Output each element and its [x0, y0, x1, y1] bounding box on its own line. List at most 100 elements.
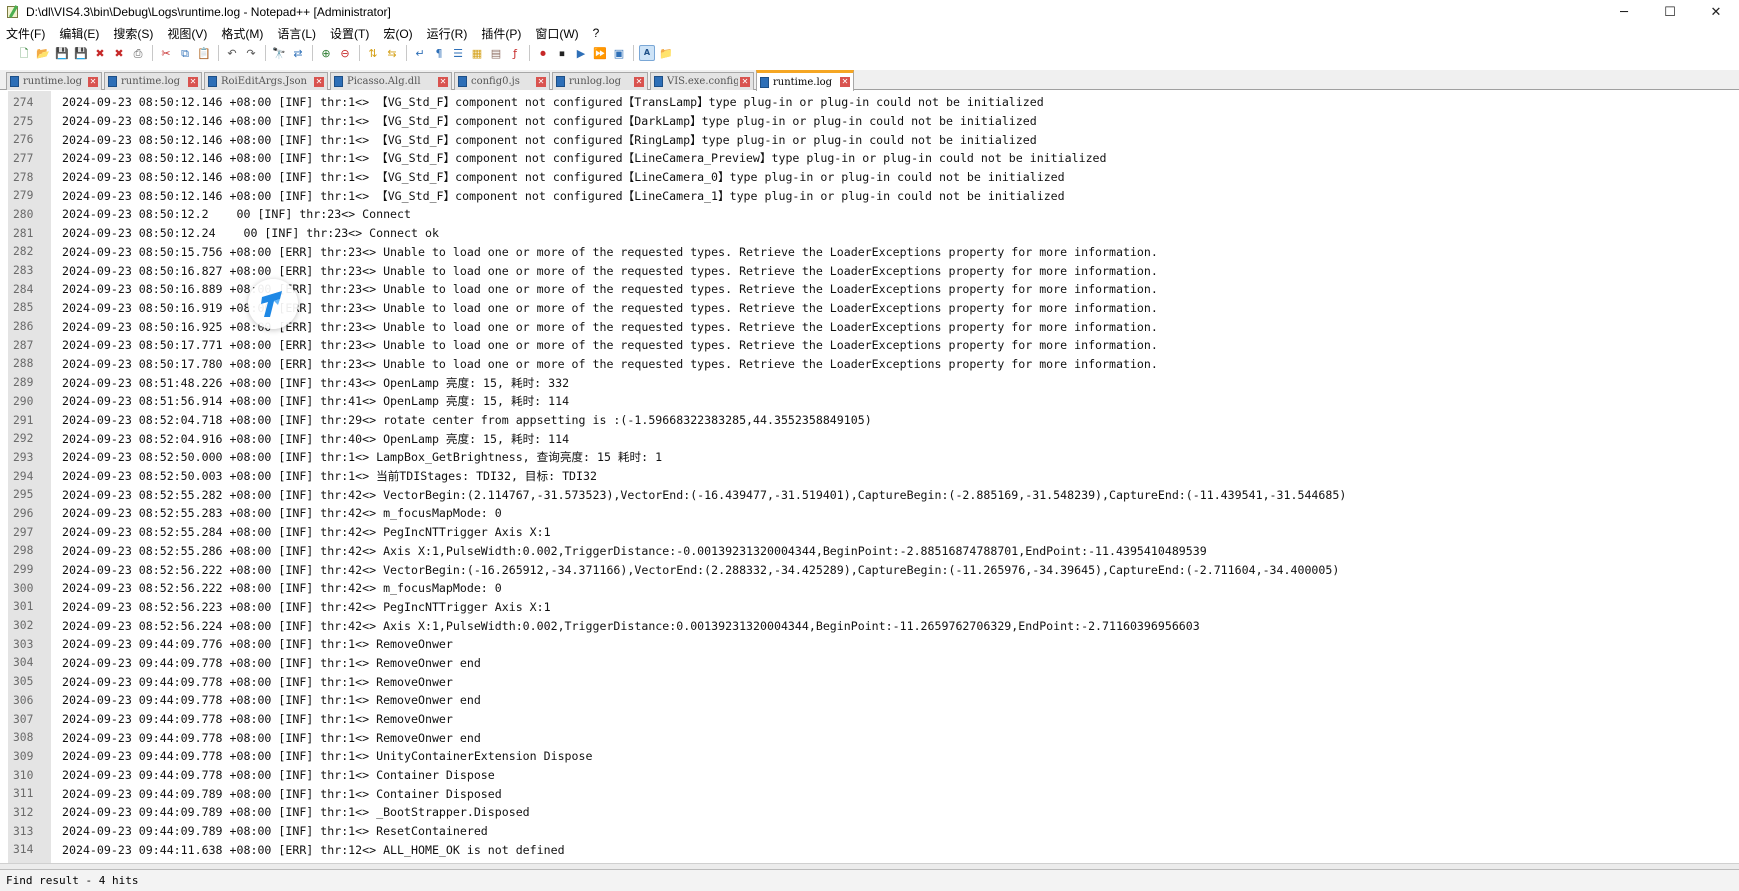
user-language-icon[interactable]: ▦	[469, 45, 485, 61]
menu-plugins[interactable]: 插件(P)	[481, 25, 521, 42]
menu-search[interactable]: 搜索(S)	[113, 25, 153, 42]
log-line[interactable]: 300 2024-09-23 08:52:56.222 +08:00 [INF] …	[8, 579, 1739, 598]
spell-check-icon[interactable]: A	[639, 45, 655, 61]
open-file-icon[interactable]: 📂	[35, 45, 51, 61]
log-line[interactable]: 278 2024-09-23 08:50:12.146 +08:00 [INF] …	[8, 168, 1739, 187]
log-line[interactable]: 310 2024-09-23 09:44:09.778 +08:00 [INF] …	[8, 766, 1739, 785]
tab-close-icon[interactable]: ✕	[840, 77, 850, 87]
log-line[interactable]: 303 2024-09-23 09:44:09.776 +08:00 [INF] …	[8, 635, 1739, 654]
log-line[interactable]: 298 2024-09-23 08:52:55.286 +08:00 [INF] …	[8, 542, 1739, 561]
log-line[interactable]: 307 2024-09-23 09:44:09.778 +08:00 [INF] …	[8, 710, 1739, 729]
indent-guide-icon[interactable]: ☰	[450, 45, 466, 61]
sync-horizontal-icon[interactable]: ⇆	[384, 45, 400, 61]
save-all-icon[interactable]: 💾	[73, 45, 89, 61]
copy-icon[interactable]: ⧉	[177, 45, 193, 61]
tab-picasso-alg-dll[interactable]: Picasso.Alg.dll ✕	[330, 72, 452, 90]
close-all-icon[interactable]: ✖	[111, 45, 127, 61]
log-line[interactable]: 294 2024-09-23 08:52:50.003 +08:00 [INF] …	[8, 467, 1739, 486]
log-line[interactable]: 296 2024-09-23 08:52:55.283 +08:00 [INF] …	[8, 504, 1739, 523]
log-line[interactable]: 277 2024-09-23 08:50:12.146 +08:00 [INF] …	[8, 149, 1739, 168]
function-list-icon[interactable]: ƒ	[507, 45, 523, 61]
document-map-icon[interactable]: ▤	[488, 45, 504, 61]
log-line[interactable]: 289 2024-09-23 08:51:48.226 +08:00 [INF] …	[8, 373, 1739, 392]
zoom-out-icon[interactable]: ⊖	[337, 45, 353, 61]
log-line[interactable]: 287 2024-09-23 08:50:17.771 +08:00 [ERR] …	[8, 336, 1739, 355]
minimize-button[interactable]: ─	[1601, 0, 1647, 24]
tab-close-icon[interactable]: ✕	[438, 76, 448, 87]
record-macro-icon[interactable]: ⏺	[535, 45, 551, 61]
log-line[interactable]: 274 2024-09-23 08:50:12.146 +08:00 [INF] …	[8, 93, 1739, 112]
editor-pane[interactable]: 274 2024-09-23 08:50:12.146 +08:00 [INF] …	[8, 91, 1739, 863]
zoom-in-icon[interactable]: ⊕	[318, 45, 334, 61]
save-macro-icon[interactable]: ▣	[611, 45, 627, 61]
tab-runlog-log[interactable]: runlog.log ✕	[552, 72, 648, 90]
log-line[interactable]: 304 2024-09-23 09:44:09.778 +08:00 [INF] …	[8, 654, 1739, 673]
new-file-icon[interactable]: 🗋	[16, 45, 32, 61]
tab-config0-js[interactable]: config0.js ✕	[454, 72, 550, 90]
log-line[interactable]: 305 2024-09-23 09:44:09.778 +08:00 [INF] …	[8, 672, 1739, 691]
word-wrap-icon[interactable]: ↵	[412, 45, 428, 61]
playback-macro-icon[interactable]: ▶	[573, 45, 589, 61]
log-line[interactable]: 275 2024-09-23 08:50:12.146 +08:00 [INF] …	[8, 112, 1739, 131]
menu-run[interactable]: 运行(R)	[427, 25, 468, 42]
tab-close-icon[interactable]: ✕	[536, 76, 546, 87]
paste-icon[interactable]: 📋	[196, 45, 212, 61]
close-button[interactable]: ✕	[1693, 0, 1739, 24]
log-line[interactable]: 299 2024-09-23 08:52:56.222 +08:00 [INF] …	[8, 560, 1739, 579]
log-line[interactable]: 301 2024-09-23 08:52:56.223 +08:00 [INF] …	[8, 598, 1739, 617]
cut-icon[interactable]: ✂	[158, 45, 174, 61]
replace-icon[interactable]: ⇄	[290, 45, 306, 61]
stop-recording-icon[interactable]: ⏹	[554, 45, 570, 61]
log-line[interactable]: 311 2024-09-23 09:44:09.789 +08:00 [INF] …	[8, 784, 1739, 803]
tab-runtime-log-active[interactable]: runtime.log ✕	[756, 70, 854, 91]
tab-close-icon[interactable]: ✕	[188, 76, 198, 87]
log-line[interactable]: 306 2024-09-23 09:44:09.778 +08:00 [INF] …	[8, 691, 1739, 710]
show-all-characters-icon[interactable]: ¶	[431, 45, 447, 61]
menu-format[interactable]: 格式(M)	[221, 25, 263, 42]
log-line[interactable]: 281 2024-09-23 08:50:12.24 00 [INF] thr:2…	[8, 224, 1739, 243]
menu-window[interactable]: 窗口(W)	[535, 25, 578, 42]
floating-assistant-icon[interactable]	[248, 279, 298, 329]
menu-macro[interactable]: 宏(O)	[383, 25, 412, 42]
log-line[interactable]: 290 2024-09-23 08:51:56.914 +08:00 [INF] …	[8, 392, 1739, 411]
tab-vis-exe-config[interactable]: VIS.exe.config ✕	[650, 72, 754, 90]
log-line[interactable]: 293 2024-09-23 08:52:50.000 +08:00 [INF] …	[8, 448, 1739, 467]
log-line[interactable]: 297 2024-09-23 08:52:55.284 +08:00 [INF] …	[8, 523, 1739, 542]
undo-icon[interactable]: ↶	[224, 45, 240, 61]
log-line[interactable]: 295 2024-09-23 08:52:55.282 +08:00 [INF] …	[8, 485, 1739, 504]
tab-close-icon[interactable]: ✕	[314, 76, 324, 87]
log-line[interactable]: 302 2024-09-23 08:52:56.224 +08:00 [INF] …	[8, 616, 1739, 635]
tab-close-icon[interactable]: ✕	[740, 76, 750, 87]
log-line[interactable]: 309 2024-09-23 09:44:09.778 +08:00 [INF] …	[8, 747, 1739, 766]
log-line[interactable]: 292 2024-09-23 08:52:04.916 +08:00 [INF] …	[8, 429, 1739, 448]
log-line[interactable]: 276 2024-09-23 08:50:12.146 +08:00 [INF] …	[8, 130, 1739, 149]
log-line[interactable]: 312 2024-09-23 09:44:09.789 +08:00 [INF] …	[8, 803, 1739, 822]
log-line[interactable]: 288 2024-09-23 08:50:17.780 +08:00 [ERR] …	[8, 355, 1739, 374]
log-line[interactable]: 308 2024-09-23 09:44:09.778 +08:00 [INF] …	[8, 728, 1739, 747]
run-macro-multiple-icon[interactable]: ⏩	[592, 45, 608, 61]
log-line[interactable]: 313 2024-09-23 09:44:09.789 +08:00 [INF] …	[8, 822, 1739, 841]
menu-view[interactable]: 视图(V)	[167, 25, 207, 42]
log-line[interactable]: 283 2024-09-23 08:50:16.827 +08:00 [ERR] …	[8, 261, 1739, 280]
maximize-button[interactable]: ☐	[1647, 0, 1693, 24]
menu-edit[interactable]: 编辑(E)	[59, 25, 99, 42]
menu-help[interactable]: ?	[593, 26, 600, 40]
folder-workspace-icon[interactable]: 📁	[658, 45, 674, 61]
tab-runtime-log-2[interactable]: runtime.log ✕	[104, 72, 202, 90]
redo-icon[interactable]: ↷	[243, 45, 259, 61]
tab-close-icon[interactable]: ✕	[634, 76, 644, 87]
tab-roieditargs-json[interactable]: RoiEditArgs.Json ✕	[204, 72, 328, 90]
menu-language[interactable]: 语言(L)	[277, 25, 316, 42]
sync-vertical-icon[interactable]: ⇅	[365, 45, 381, 61]
find-icon[interactable]: 🔭	[271, 45, 287, 61]
save-icon[interactable]: 💾	[54, 45, 70, 61]
log-line[interactable]: 279 2024-09-23 08:50:12.146 +08:00 [INF] …	[8, 186, 1739, 205]
close-file-icon[interactable]: ✖	[92, 45, 108, 61]
menu-settings[interactable]: 设置(T)	[330, 25, 369, 42]
tab-close-icon[interactable]: ✕	[88, 76, 98, 87]
log-line[interactable]: 314 2024-09-23 09:44:11.638 +08:00 [ERR] …	[8, 841, 1739, 860]
tab-runtime-log-1[interactable]: runtime.log ✕	[6, 72, 102, 90]
log-line[interactable]: 291 2024-09-23 08:52:04.718 +08:00 [INF] …	[8, 411, 1739, 430]
print-icon[interactable]: ⎙	[130, 45, 146, 61]
log-line[interactable]: 282 2024-09-23 08:50:15.756 +08:00 [ERR] …	[8, 243, 1739, 262]
